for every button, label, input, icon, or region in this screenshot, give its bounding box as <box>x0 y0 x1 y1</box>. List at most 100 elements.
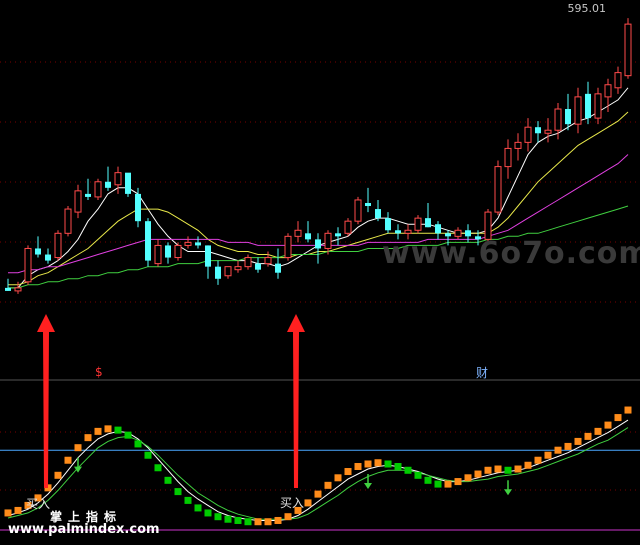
oscillator-block-down <box>414 471 422 479</box>
oscillator-block-up <box>544 451 552 459</box>
candle-body-down <box>125 172 131 194</box>
candle-body-down <box>45 254 51 261</box>
oscillator-block-down <box>384 460 392 468</box>
candle-body-down <box>145 221 151 261</box>
buy-label-1: 买入 <box>26 497 51 511</box>
oscillator-block-down <box>124 431 132 439</box>
oscillator-block-up <box>604 421 612 429</box>
candle-body-up <box>624 23 632 77</box>
oscillator-block-down <box>224 515 232 523</box>
candle-body-down <box>315 239 321 249</box>
oscillator-block-down <box>164 476 172 484</box>
oscillator-block-up <box>614 414 622 422</box>
signal-line-2 <box>7 427 629 520</box>
candle-body-up <box>264 257 272 265</box>
oscillator-block-down <box>404 466 412 474</box>
watermark-text: www.6o7o.com <box>382 236 640 271</box>
candle-body-up <box>344 220 352 234</box>
oscillator-block-up <box>284 513 292 521</box>
candle-body-up <box>544 129 552 134</box>
oscillator-block-up <box>534 456 542 464</box>
candle-body-down <box>585 93 591 119</box>
oscillator-block-up <box>594 427 602 435</box>
candle-body-down <box>385 218 391 231</box>
oscillator-block-down <box>394 463 402 471</box>
candle-body-up <box>574 96 582 125</box>
candle-body-down <box>365 202 371 207</box>
candle-body-up <box>24 247 32 283</box>
candle-body-up <box>604 84 612 98</box>
candle-body-up <box>414 217 422 231</box>
candle-body-up <box>224 266 232 277</box>
candle-body-down <box>105 181 111 188</box>
oscillator-block-down <box>184 496 192 504</box>
candle-body-up <box>354 199 362 222</box>
candle-body-up <box>614 72 622 89</box>
candle-body-up <box>94 181 102 198</box>
sell-arrow-head <box>504 489 512 496</box>
oscillator-block-up <box>514 465 522 473</box>
candle-body-up <box>64 208 72 234</box>
oscillator-block-down <box>154 464 162 472</box>
oscillator-block-up <box>4 509 12 517</box>
chart-canvas <box>0 18 640 531</box>
oscillator-block-up <box>264 518 272 526</box>
candle-body-down <box>425 218 431 228</box>
candle-body-up <box>504 147 512 168</box>
oscillator-block-up <box>274 516 282 524</box>
oscillator-block-up <box>84 434 92 442</box>
candle-body-up <box>494 166 502 213</box>
candle-body-down <box>255 263 261 270</box>
candle-body-down <box>275 263 281 273</box>
candle-body-up <box>284 235 292 259</box>
signal-line-1 <box>7 419 629 521</box>
oscillator-block-up <box>624 406 632 414</box>
buy-arrows <box>37 314 305 488</box>
oscillator-block-up <box>74 444 82 452</box>
oscillator-block-up <box>54 471 62 479</box>
candle-body-up <box>154 244 162 265</box>
candle-body-up <box>74 190 82 213</box>
sell-arrow-head <box>74 466 82 473</box>
oscillator-block-up <box>364 460 372 468</box>
oscillator-block-up <box>324 481 332 489</box>
oscillator-block-up <box>254 518 262 526</box>
oscillator-block-up <box>94 427 102 435</box>
oscillator-block-down <box>204 509 212 517</box>
oscillator-block-down <box>114 426 122 434</box>
candle-body-down <box>85 193 91 197</box>
oscillator-block-down <box>174 488 182 496</box>
candle-body-up <box>234 266 242 271</box>
oscillator-block-up <box>564 442 572 450</box>
oscillator-block-up <box>374 459 382 467</box>
candle-body-up <box>594 93 602 119</box>
candle-body-up <box>324 232 332 249</box>
candle-body-down <box>165 245 171 258</box>
oscillator-block-up <box>354 463 362 471</box>
oscillator-block-up <box>104 425 112 433</box>
buy-label-2: 买入 <box>280 496 305 510</box>
sell-arrow-head <box>364 483 372 489</box>
oscillator-block-down <box>144 451 152 459</box>
candle-body-down <box>205 245 211 267</box>
candle-body-up <box>114 172 122 186</box>
oscillator-block-down <box>194 504 202 512</box>
oscillator-block-up <box>464 474 472 482</box>
candle-body-down <box>35 248 41 255</box>
oscillator-block-down <box>134 440 142 448</box>
candle-body-up <box>514 141 522 149</box>
oscillator-block-down <box>424 476 432 484</box>
oscillator-block-down <box>244 518 252 526</box>
site-url: www.palmindex.com <box>8 522 160 537</box>
candle-body-down <box>215 266 221 279</box>
sub-panel-marker-right: 财 <box>476 366 489 380</box>
oscillator-block-up <box>14 506 22 514</box>
candle-body-down <box>305 233 311 240</box>
oscillator-block-up <box>444 480 452 488</box>
candle-body-up <box>294 229 302 237</box>
oscillator-block-up <box>334 474 342 482</box>
oscillator-block-up <box>584 432 592 440</box>
last-price-label: 595.01 <box>567 2 607 15</box>
oscillator-block-up <box>64 456 72 464</box>
oscillator-block-up <box>304 499 312 507</box>
